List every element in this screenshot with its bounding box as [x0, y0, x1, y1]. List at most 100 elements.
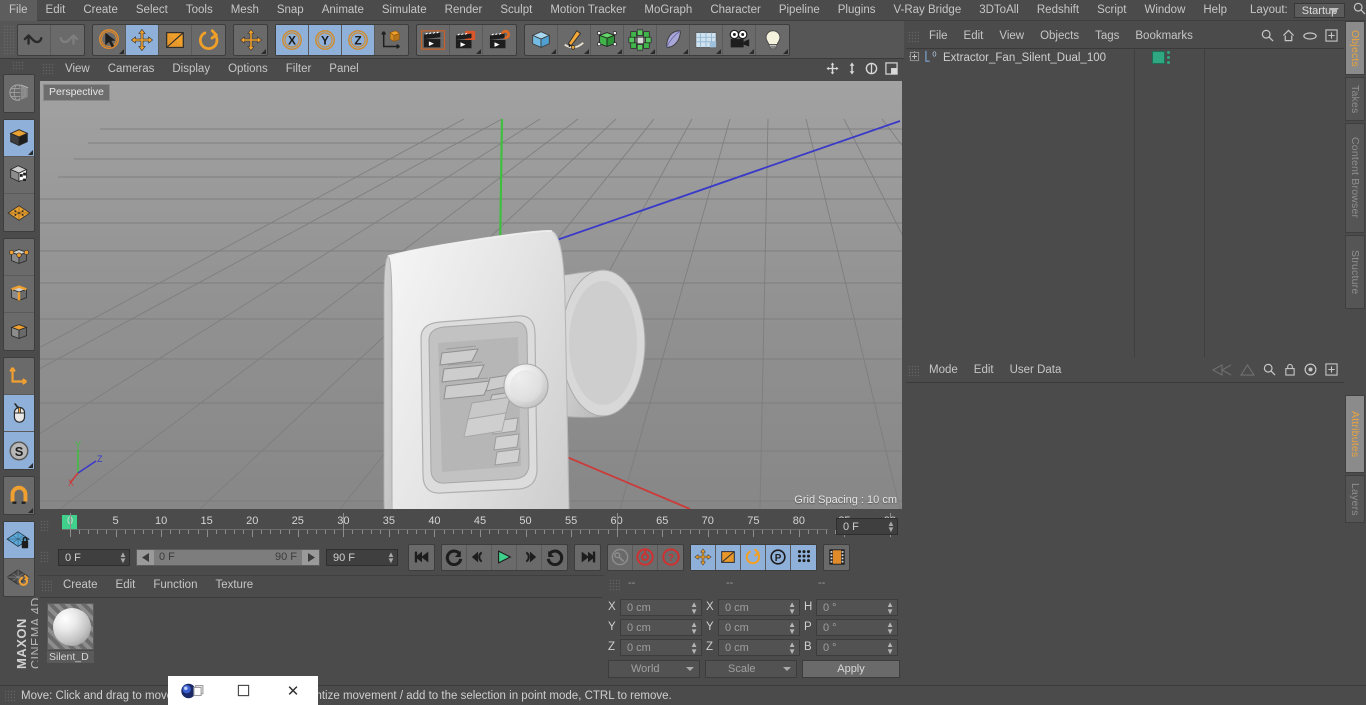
home-icon[interactable]	[1282, 29, 1295, 45]
object-name[interactable]: Extractor_Fan_Silent_Dual_100	[943, 52, 1106, 64]
previous-keyframe-button[interactable]	[442, 544, 467, 570]
maximize-icon[interactable]	[885, 62, 898, 78]
search-icon[interactable]	[1353, 2, 1366, 18]
om-menu-objects[interactable]: Objects	[1032, 27, 1087, 46]
add-cube-button[interactable]	[525, 24, 558, 55]
material-thumbnail[interactable]	[47, 603, 94, 650]
points-mode-button[interactable]	[4, 239, 34, 276]
right-tab-content-browser[interactable]: Content Browser	[1345, 123, 1365, 233]
lock-icon[interactable]	[1284, 363, 1296, 379]
material-menu-function[interactable]: Function	[144, 576, 206, 595]
tag-dots-icon[interactable]	[1167, 51, 1170, 64]
menu-redshift[interactable]: Redshift	[1028, 0, 1088, 21]
viewport-menu-cameras[interactable]: Cameras	[99, 59, 164, 79]
menu-animate[interactable]: Animate	[313, 0, 373, 21]
material-menu-edit[interactable]: Edit	[107, 576, 145, 595]
add-deformer-button[interactable]	[657, 24, 690, 55]
autokeying-button[interactable]	[633, 544, 658, 570]
render-view-button[interactable]	[417, 24, 450, 55]
att-menu-edit[interactable]: Edit	[966, 361, 1002, 380]
pan-icon[interactable]	[826, 62, 839, 78]
spinner-icon[interactable]: ▲ ▼	[788, 620, 796, 635]
menu-mesh[interactable]: Mesh	[222, 0, 268, 21]
right-tab-layers[interactable]: Layers	[1345, 475, 1365, 523]
timeline-frame-field[interactable]: 0 F ▲ ▼	[836, 517, 898, 535]
object-tag-icon[interactable]	[1152, 51, 1165, 64]
lock-z-axis[interactable]: Z	[342, 24, 375, 55]
timeline-toggle-button[interactable]	[824, 545, 849, 570]
rotate-tool[interactable]	[192, 25, 225, 55]
object-manager-body[interactable]: 0 Extractor_Fan_Silent_Dual_100	[906, 48, 1344, 357]
att-menu-mode[interactable]: Mode	[921, 361, 966, 380]
viewport-menu-filter[interactable]: Filter	[277, 59, 321, 79]
expand-plus-icon[interactable]	[909, 50, 920, 65]
end-frame-field[interactable]: 90 F ▲ ▼	[326, 548, 398, 566]
dolly-icon[interactable]	[846, 62, 858, 78]
add-camera-button[interactable]	[723, 24, 756, 55]
viewport-menu-panel[interactable]: Panel	[320, 59, 367, 79]
new-tab-icon[interactable]	[1325, 363, 1338, 379]
menu-window[interactable]: Window	[1135, 0, 1194, 21]
target-icon[interactable]	[1304, 363, 1317, 379]
menu-sculpt[interactable]: Sculpt	[491, 0, 541, 21]
search-icon[interactable]	[1261, 29, 1274, 45]
edges-mode-button[interactable]	[4, 276, 34, 313]
world-object-coordinate-toggle[interactable]	[375, 25, 408, 55]
scale-key-button[interactable]	[716, 544, 741, 570]
point-level-animation-button[interactable]	[791, 544, 816, 570]
undo-button[interactable]	[18, 24, 51, 55]
rotation-key-button[interactable]	[741, 544, 766, 570]
go-to-end-button[interactable]	[575, 545, 600, 570]
polygons-mode-button[interactable]	[4, 313, 34, 350]
make-editable-button[interactable]	[4, 75, 34, 112]
preview-range-slider[interactable]: 0 F 90 F	[136, 548, 320, 566]
spinner-icon[interactable]: ▲ ▼	[886, 640, 894, 655]
redo-button[interactable]	[51, 25, 84, 55]
step-back-button[interactable]	[467, 544, 492, 570]
om-menu-file[interactable]: File	[921, 27, 956, 46]
object-row[interactable]: 0 Extractor_Fan_Silent_Dual_100	[906, 49, 1344, 66]
position-key-button[interactable]	[691, 544, 716, 570]
move-tool-duplicate[interactable]	[234, 25, 267, 55]
menu-motion-tracker[interactable]: Motion Tracker	[541, 0, 635, 21]
om-menu-bookmarks[interactable]: Bookmarks	[1127, 27, 1201, 46]
record-active-objects-button[interactable]	[608, 544, 633, 570]
parameter-key-button[interactable]: P	[766, 544, 791, 570]
material-menu-create[interactable]: Create	[54, 576, 107, 595]
play-button[interactable]	[492, 544, 517, 570]
workplane-mode-button[interactable]	[4, 194, 34, 231]
viewport-3d-canvas[interactable]: Perspective Y Z X Grid Spacing: 10 cm	[40, 81, 902, 509]
spinner-icon[interactable]: ▲ ▼	[886, 620, 894, 635]
rot-p-field[interactable]: 0 ° ▲ ▼	[816, 618, 898, 636]
move-tool[interactable]	[126, 24, 159, 55]
timeline-ruler[interactable]: 051015202530354045505560657075808590	[62, 513, 896, 539]
menu-mograph[interactable]: MoGraph	[635, 0, 701, 21]
status-grip[interactable]	[4, 689, 15, 702]
layout-select[interactable]: Startup	[1293, 2, 1345, 18]
rot-h-field[interactable]: 0 ° ▲ ▼	[816, 598, 898, 616]
menu-help[interactable]: Help	[1194, 0, 1236, 21]
pos-z-field[interactable]: 0 cm ▲ ▼	[620, 638, 702, 656]
menu-select[interactable]: Select	[127, 0, 177, 21]
close-window-button[interactable]: ✕	[268, 676, 318, 705]
viewport-menu-options[interactable]: Options	[219, 59, 277, 79]
object-manager-grip[interactable]	[908, 30, 919, 43]
toolbar-grip[interactable]	[3, 24, 15, 55]
right-tab-attributes[interactable]: Attributes	[1345, 395, 1365, 473]
menu-script[interactable]: Script	[1088, 0, 1135, 21]
model-mode-button[interactable]	[4, 120, 34, 157]
rot-b-field[interactable]: 0 ° ▲ ▼	[816, 638, 898, 656]
spinner-icon[interactable]: ▲ ▼	[119, 550, 127, 564]
add-spline-button[interactable]	[558, 24, 591, 55]
viewport-solo-button[interactable]	[4, 395, 34, 432]
step-forward-button[interactable]	[517, 544, 542, 570]
spinner-icon[interactable]: ▲ ▼	[387, 550, 395, 564]
material-manager-body[interactable]: Silent_D	[40, 597, 602, 685]
right-tab-takes[interactable]: Takes	[1345, 77, 1365, 121]
attributes-grip[interactable]	[908, 364, 919, 377]
go-to-start-button[interactable]	[409, 545, 434, 570]
menu-snap[interactable]: Snap	[268, 0, 313, 21]
spinner-icon[interactable]: ▲ ▼	[690, 600, 698, 615]
attributes-manager-body[interactable]	[906, 382, 1344, 691]
material-grip[interactable]	[41, 579, 52, 592]
